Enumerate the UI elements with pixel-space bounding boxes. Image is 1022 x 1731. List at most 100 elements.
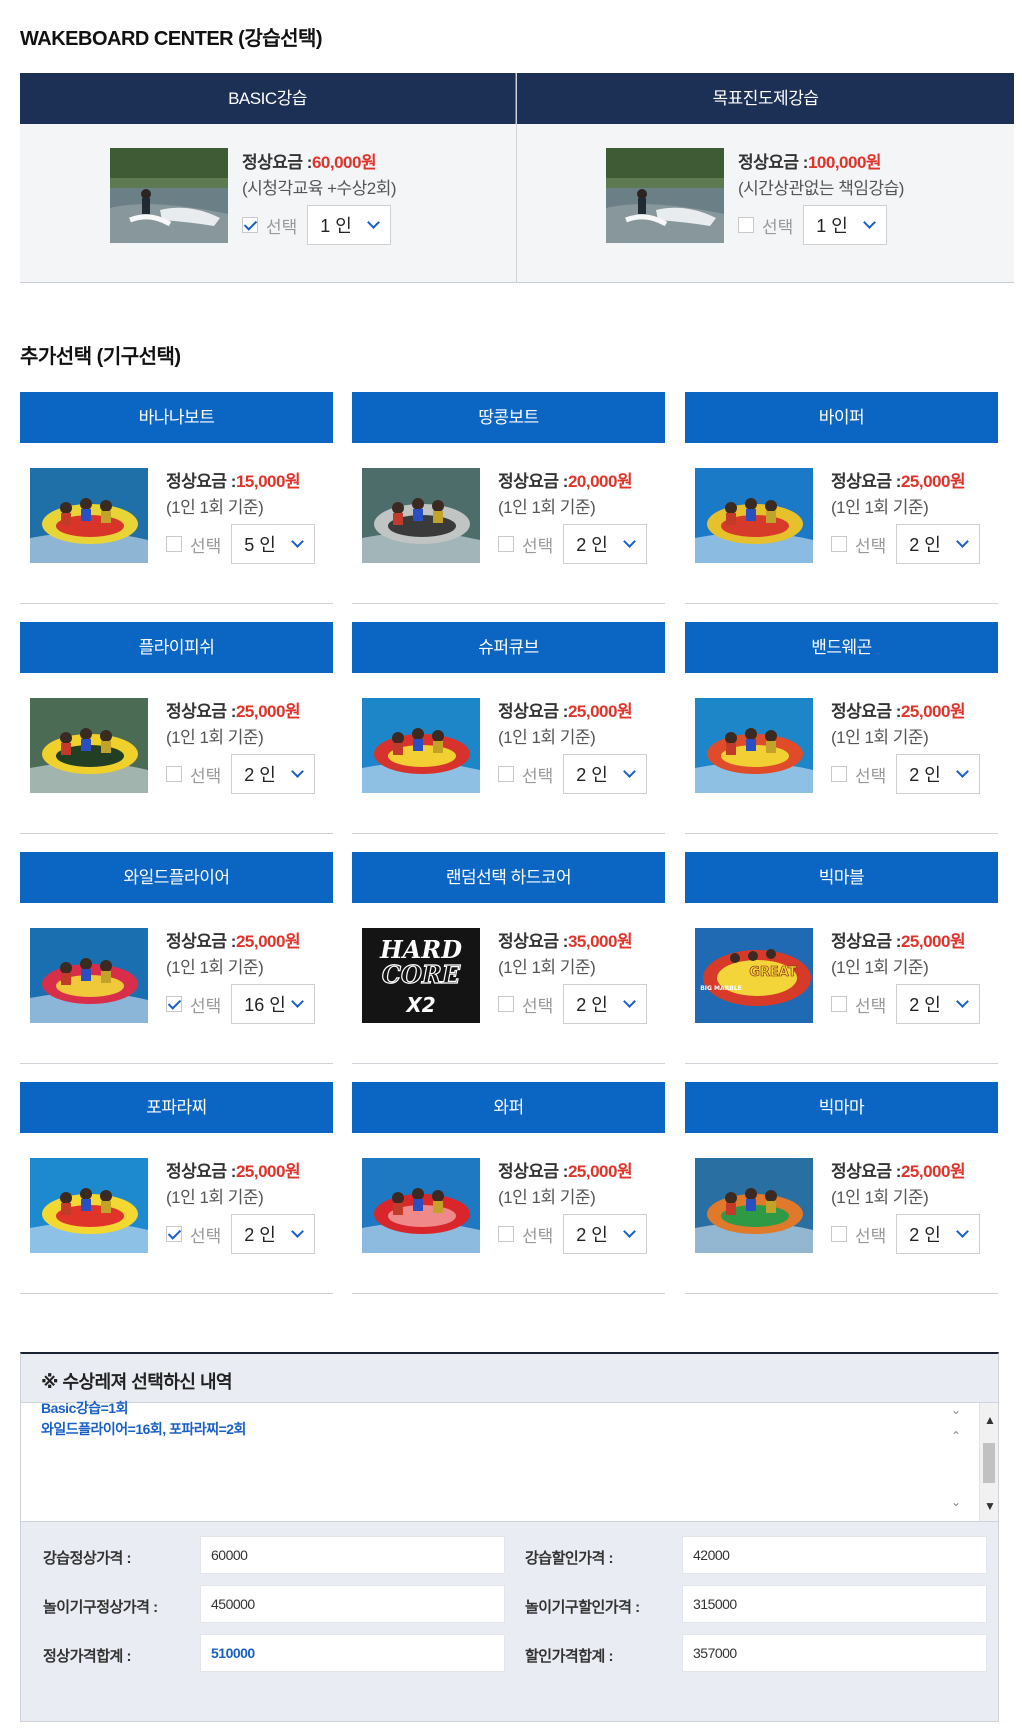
equipment-card-title: 랜덤선택 하드코어 [352, 852, 665, 903]
qty-select[interactable]: 1 인 [803, 205, 888, 245]
chevron-down-icon [623, 995, 637, 1008]
price-label: 정상요금 : [166, 702, 236, 721]
equipment-card: 바나나보트 정상요금 :15,000원 (1인 1회 기준) 선택 5 인 [20, 392, 333, 604]
lesson-card-goal: 목표진도제강습 정상요금 :100,000원 (시간상관없는 책임강습) 선택 … [517, 73, 1014, 283]
price-note: (시간상관없는 책임강습) [738, 179, 904, 198]
equipment-photo [30, 468, 148, 563]
thumb-text: GREAT [749, 965, 797, 980]
lesson-regular-field[interactable]: 60000 [200, 1536, 505, 1574]
select-label: 선택 [190, 1226, 222, 1246]
price-line: 정상요금 :25,000원 [831, 927, 966, 952]
equip-discount-field[interactable]: 315000 [682, 1585, 987, 1623]
select-label: 선택 [522, 766, 554, 786]
select-checkbox[interactable] [831, 766, 847, 782]
scrollbar-thumb[interactable] [983, 1443, 995, 1483]
qty-value: 2 인 [576, 1225, 608, 1245]
select-row: 선택 2 인 [498, 524, 648, 564]
equipment-photo: HARD CORE X2 [362, 928, 480, 1023]
select-checkbox[interactable] [498, 996, 514, 1012]
price-line: 정상요금 :100,000원 [738, 153, 882, 172]
price-amount: 25,000원 [900, 702, 966, 721]
qty-select[interactable]: 1 인 [307, 205, 392, 245]
qty-select[interactable]: 2 인 [563, 1214, 648, 1254]
lesson-discount-label: 강습할인가격 : [525, 1550, 613, 1567]
select-checkbox[interactable] [498, 1226, 514, 1242]
price-note: (1인 1회 기준) [831, 1188, 929, 1207]
select-label: 선택 [522, 1226, 554, 1246]
select-checkbox[interactable] [498, 536, 514, 552]
select-checkbox[interactable] [498, 766, 514, 782]
thumb-text: BIG MARBLE [700, 985, 742, 992]
qty-select[interactable]: 2 인 [563, 984, 648, 1024]
select-checkbox[interactable] [738, 217, 754, 233]
qty-select[interactable]: 5 인 [231, 524, 316, 564]
price-line: 정상요금 :25,000원 [166, 697, 301, 722]
equipment-card-title: 빅마블 [685, 852, 998, 903]
inner-scrollbar[interactable]: ⌄ ⌃ ⌄ [947, 1403, 965, 1521]
qty-select[interactable]: 2 인 [563, 754, 648, 794]
equipment-card: 빅마마 정상요금 :25,000원 (1인 1회 기준) 선택 2 인 [685, 1082, 998, 1294]
qty-value: 2 인 [576, 995, 608, 1015]
summary-line: 와일드플라이어=16회, 포파라찌=2회 [41, 1421, 246, 1437]
equipment-photo: GREAT BIG MARBLE [695, 928, 813, 1023]
price-amount: 25,000원 [900, 932, 966, 951]
scroll-down-arrow-icon[interactable]: ▼ [984, 1499, 996, 1513]
equip-regular-label: 놀이기구정상가격 : [43, 1599, 158, 1616]
chevron-down-icon [291, 765, 305, 778]
price-note: (1인 1회 기준) [831, 728, 929, 747]
qty-select[interactable]: 2 인 [231, 754, 316, 794]
equip-regular-field[interactable]: 450000 [200, 1585, 505, 1623]
price-label: 정상요금 : [166, 932, 236, 951]
qty-select[interactable]: 16 인 [231, 984, 316, 1024]
summary-title: ※ 수상레져 선택하신 내역 [41, 1372, 233, 1392]
total-regular-field[interactable]: 510000 [200, 1634, 505, 1672]
chevron-down-icon [956, 535, 970, 548]
chevron-down-icon [367, 216, 381, 229]
equip-discount-label: 놀이기구할인가격 : [525, 1599, 640, 1616]
summary-textarea[interactable]: Basic강습=1회 와일드플라이어=16회, 포파라찌=2회 ⌄ ⌃ ⌄ ▲ … [21, 1400, 998, 1522]
qty-select[interactable]: 2 인 [896, 754, 981, 794]
price-amount: 25,000원 [235, 1162, 301, 1181]
select-checkbox[interactable] [831, 996, 847, 1012]
qty-select[interactable]: 2 인 [896, 524, 981, 564]
equipment-card: 포파라찌 정상요금 :25,000원 (1인 1회 기준) 선택 2 인 [20, 1082, 333, 1294]
select-checkbox[interactable] [831, 536, 847, 552]
select-row: 선택 2 인 [166, 754, 316, 794]
chevron-down-icon [623, 765, 637, 778]
lesson-section-title: WAKEBOARD CENTER (강습선택) [20, 28, 323, 50]
scroll-up-arrow-icon[interactable]: ▲ [984, 1413, 996, 1427]
select-label: 선택 [855, 996, 887, 1016]
total-discount-field[interactable]: 357000 [682, 1634, 987, 1672]
wakeboard-photo [110, 148, 228, 243]
equipment-card: 와퍼 정상요금 :25,000원 (1인 1회 기준) 선택 2 인 [352, 1082, 665, 1294]
lesson-discount-field[interactable]: 42000 [682, 1536, 987, 1574]
summary-line: Basic강습=1회 [41, 1400, 128, 1416]
select-checkbox[interactable] [166, 536, 182, 552]
select-checkbox[interactable] [831, 1226, 847, 1242]
scrollbar[interactable]: ▲ ▼ [979, 1403, 998, 1521]
price-label: 정상요금 : [166, 1162, 236, 1181]
select-checkbox[interactable] [166, 996, 182, 1012]
price-amount: 15,000원 [235, 472, 301, 491]
chevron-down-icon [291, 995, 305, 1008]
price-line: 정상요금 :25,000원 [831, 1157, 966, 1182]
select-checkbox[interactable] [166, 1226, 182, 1242]
price-label: 정상요금 : [498, 702, 568, 721]
qty-select[interactable]: 2 인 [896, 984, 981, 1024]
qty-select[interactable]: 2 인 [563, 524, 648, 564]
chevron-down-icon [291, 535, 305, 548]
select-checkbox[interactable] [166, 766, 182, 782]
equipment-card: 와일드플라이어 정상요금 :25,000원 (1인 1회 기준) 선택 16 인 [20, 852, 333, 1064]
select-checkbox[interactable] [242, 217, 258, 233]
equipment-card-title: 슈퍼큐브 [352, 622, 665, 673]
price-note: (1인 1회 기준) [498, 728, 596, 747]
equipment-photo [695, 468, 813, 563]
qty-select[interactable]: 2 인 [231, 1214, 316, 1254]
price-label: 정상요금 : [166, 472, 236, 491]
equipment-card-title: 밴드웨곤 [685, 622, 998, 673]
qty-select[interactable]: 2 인 [896, 1214, 981, 1254]
equipment-section-title: 추가선택 (기구선택) [20, 346, 181, 368]
price-note: (1인 1회 기준) [166, 728, 264, 747]
equipment-card-title: 와일드플라이어 [20, 852, 333, 903]
price-line: 정상요금 :25,000원 [166, 1157, 301, 1182]
